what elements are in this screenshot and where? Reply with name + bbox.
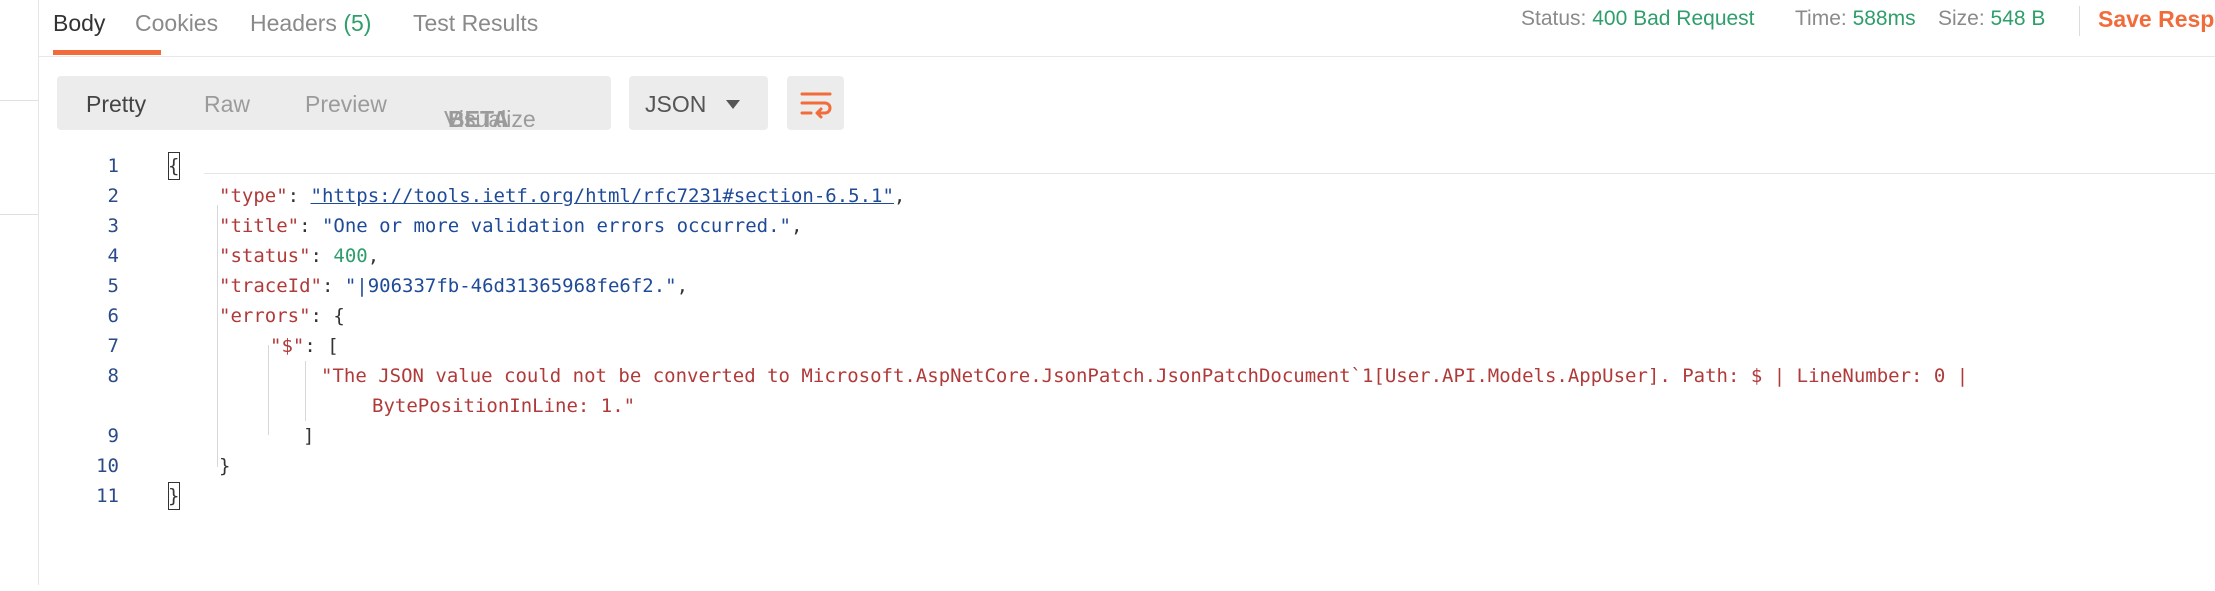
tab-headers[interactable]: Headers (5) xyxy=(250,10,371,37)
json-comma: , xyxy=(893,185,906,207)
code-text: "title": "One or more validation errors … xyxy=(219,215,802,237)
code-text: "type": "https://tools.ietf.org/html/rfc… xyxy=(219,185,905,207)
json-separator: : xyxy=(310,245,334,267)
line-number: 2 xyxy=(107,185,119,207)
line-number: 7 xyxy=(107,335,119,357)
code-line: 3 "title": "One or more validation error… xyxy=(39,211,2215,241)
beta-badge: BETA xyxy=(448,106,509,132)
active-tab-indicator xyxy=(53,50,161,55)
save-response-button[interactable]: Save Resp xyxy=(2098,6,2214,33)
left-panel-edge xyxy=(0,0,39,585)
line-number: 8 xyxy=(107,365,119,387)
code-text: } xyxy=(168,485,180,507)
json-url-link[interactable]: "https://tools.ietf.org/html/rfc7231#sec… xyxy=(311,185,894,207)
line-number: 1 xyxy=(107,155,119,177)
json-separator: : xyxy=(321,275,345,297)
json-key: "errors" xyxy=(219,305,311,327)
json-separator: : xyxy=(310,305,334,327)
json-key: "title" xyxy=(219,215,300,237)
tab-body[interactable]: Body xyxy=(53,10,105,37)
json-string: "One or more validation errors occurred.… xyxy=(321,215,791,237)
json-comma: , xyxy=(790,215,803,237)
view-mode-selector: Pretty Raw Preview Visualize BETA xyxy=(57,76,611,132)
code-text: "errors": { xyxy=(219,305,345,327)
view-preview-button[interactable]: Preview xyxy=(305,91,387,118)
chevron-down-icon xyxy=(726,100,740,109)
time-label: Time: xyxy=(1795,7,1847,30)
json-number: 400 xyxy=(333,245,368,267)
json-string: "|906337fb-46d31365968fe6f2." xyxy=(344,275,677,297)
line-number: 4 xyxy=(107,245,119,267)
line-number: 3 xyxy=(107,215,119,237)
wrap-lines-button[interactable] xyxy=(787,76,844,130)
code-text: "status": 400, xyxy=(219,245,379,267)
tab-test-results[interactable]: Test Results xyxy=(413,10,538,37)
status-value[interactable]: 400 Bad Request xyxy=(1592,7,1754,30)
format-select-value: JSON xyxy=(645,91,707,117)
view-raw-button[interactable]: Raw xyxy=(204,91,250,118)
json-bracket: [ xyxy=(327,335,339,357)
format-select[interactable]: JSON xyxy=(629,76,768,130)
json-separator: : xyxy=(287,185,311,207)
response-body-editor[interactable]: 1 { 2 "type": "https://tools.ietf.org/ht… xyxy=(39,145,2215,585)
json-comma: , xyxy=(367,245,380,267)
code-line: 4 "status": 400, xyxy=(39,241,2215,271)
code-text: } xyxy=(219,455,231,477)
json-comma: , xyxy=(676,275,689,297)
divider xyxy=(0,100,38,101)
code-line: 2 "type": "https://tools.ietf.org/html/r… xyxy=(39,181,2215,211)
response-tab-bar: Body Cookies Headers (5) Test Results St… xyxy=(39,0,2215,57)
code-line: 1 { xyxy=(39,151,2215,181)
line-number: 5 xyxy=(107,275,119,297)
json-error-string: "The JSON value could not be converted t… xyxy=(321,365,1969,387)
json-key: "$" xyxy=(270,335,305,357)
json-key: "traceId" xyxy=(219,275,322,297)
line-number: 9 xyxy=(107,425,119,447)
line-number: 10 xyxy=(96,455,119,477)
code-line-wrapped: BytePositionInLine: 1." xyxy=(39,391,2215,421)
json-brace: { xyxy=(333,305,345,327)
divider xyxy=(2079,6,2080,36)
line-number: 11 xyxy=(96,485,119,507)
json-separator: : xyxy=(299,215,322,237)
code-text: "traceId": "|906337fb-46d31365968fe6f2."… xyxy=(219,275,688,297)
code-line: 8 "The JSON value could not be converted… xyxy=(39,361,2215,391)
code-line: 6 "errors": { xyxy=(39,301,2215,331)
line-number: 6 xyxy=(107,305,119,327)
json-error-string-continuation: BytePositionInLine: 1." xyxy=(372,395,636,417)
response-status: Status: 400 Bad Request xyxy=(1521,7,1755,31)
size-value[interactable]: 548 B xyxy=(1991,7,2046,30)
code-text: "$": [ xyxy=(270,335,339,357)
headers-count-badge: (5) xyxy=(343,10,372,36)
json-key: "type" xyxy=(219,185,288,207)
tab-cookies[interactable]: Cookies xyxy=(135,10,218,37)
json-separator: : xyxy=(304,335,328,357)
time-value[interactable]: 588ms xyxy=(1853,7,1916,30)
tab-headers-label: Headers xyxy=(250,10,337,36)
view-pretty-button[interactable]: Pretty xyxy=(86,91,146,118)
active-line-highlight xyxy=(204,173,2215,174)
code-line: 7 "$": [ xyxy=(39,331,2215,361)
code-text: { xyxy=(168,155,180,177)
code-line: 11 } xyxy=(39,481,2215,511)
response-time: Time: 588ms xyxy=(1795,7,1916,31)
code-line: 10 } xyxy=(39,451,2215,481)
code-line: 9 ] xyxy=(39,421,2215,451)
json-key: "status" xyxy=(219,245,311,267)
response-size: Size: 548 B xyxy=(1938,7,2045,31)
status-label: Status: xyxy=(1521,7,1587,30)
size-label: Size: xyxy=(1938,7,1985,30)
divider xyxy=(0,214,38,215)
code-line: 5 "traceId": "|906337fb-46d31365968fe6f2… xyxy=(39,271,2215,301)
wrap-lines-icon xyxy=(800,92,832,119)
code-text: ] xyxy=(303,425,315,447)
